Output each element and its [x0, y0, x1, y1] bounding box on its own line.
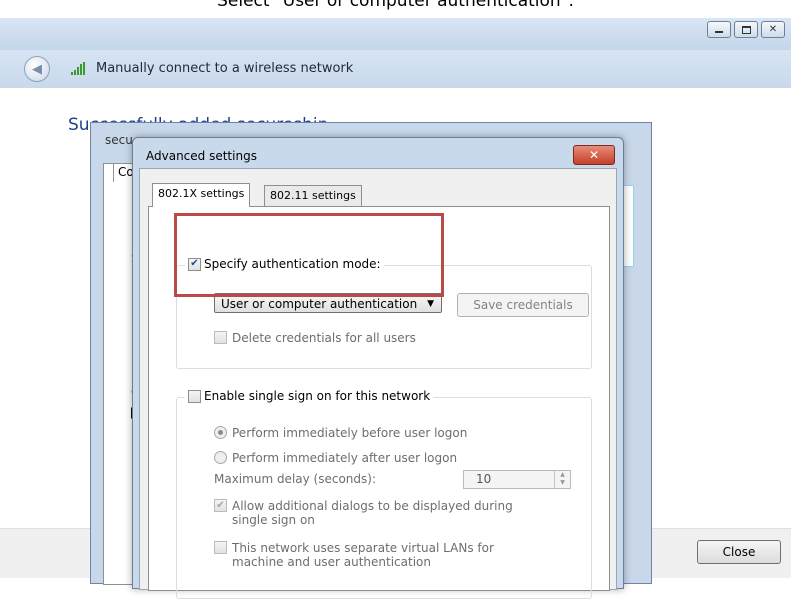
radio-before-row: Perform immediately before user logon [214, 426, 467, 440]
close-button[interactable]: Close [697, 540, 781, 564]
window-controls: ✕ [707, 21, 785, 38]
title-bar: ✕ [0, 18, 791, 50]
separate-vlans-row: This network uses separate virtual LANs … [214, 541, 544, 569]
dialog-close-button[interactable]: ✕ [573, 145, 615, 165]
maximize-button[interactable] [734, 21, 758, 38]
close-icon: ✕ [768, 23, 778, 35]
max-delay-input[interactable]: 10 ▲ ▼ [463, 470, 571, 489]
radio-after-label: Perform immediately after user logon [232, 451, 458, 465]
radio-after-row: Perform immediately after user logon [214, 451, 457, 465]
auth-mode-value: User or computer authentication [221, 297, 418, 311]
back-arrow-icon: ◀ [32, 61, 42, 77]
properties-title: secu [105, 133, 133, 147]
radio-selected-icon [218, 430, 223, 435]
delete-credentials-row: Delete credentials for all users [214, 331, 416, 345]
allow-dialogs-row: ✔ Allow additional dialogs to be display… [214, 499, 544, 527]
wizard-title: Manually connect to a wireless network [96, 61, 354, 76]
allow-dialogs-label: Allow additional dialogs to be displayed… [232, 499, 513, 527]
save-credentials-button[interactable]: Save credentials [457, 293, 589, 317]
sso-checkbox[interactable] [188, 389, 201, 403]
wireless-signal-icon [71, 62, 85, 75]
radio-after[interactable] [214, 451, 227, 464]
back-button[interactable]: ◀ [24, 56, 50, 82]
window-close-button[interactable]: ✕ [761, 21, 785, 38]
max-delay-value: 10 [476, 472, 492, 486]
delete-credentials-checkbox[interactable] [214, 331, 227, 344]
close-icon: ✕ [588, 148, 600, 162]
separate-vlans-label: This network uses separate virtual LANs … [232, 541, 494, 569]
minimize-button[interactable] [707, 21, 731, 38]
delete-credentials-label: Delete credentials for all users [232, 331, 416, 345]
max-delay-label: Maximum delay (seconds): [214, 472, 376, 486]
wizard-header: ◀ Manually connect to a wireless network [0, 50, 791, 88]
separate-vlans-checkbox[interactable] [214, 541, 227, 554]
spinner-arrows-icon[interactable]: ▲ ▼ [554, 471, 570, 488]
tab-802-1x-settings[interactable]: 802.1X settings [152, 183, 251, 207]
instruction-caption: Select "User or computer authentication"… [217, 0, 574, 11]
allow-dialogs-checkbox[interactable]: ✔ [214, 499, 227, 512]
sso-legend: Enable single sign on for this network [185, 389, 434, 403]
sso-label: Enable single sign on for this network [204, 389, 431, 403]
tab-802-11-settings[interactable]: 802.11 settings [264, 185, 362, 206]
highlight-box [174, 213, 444, 297]
advanced-settings-dialog: Advanced settings ✕ 802.1X settings 802.… [132, 137, 624, 599]
radio-before-label: Perform immediately before user logon [232, 426, 468, 440]
maximize-icon [741, 25, 751, 34]
dialog-title: Advanced settings [146, 149, 257, 163]
radio-before[interactable] [214, 426, 227, 439]
minimize-icon [715, 31, 723, 33]
dropdown-arrow-icon: ▼ [427, 299, 434, 309]
